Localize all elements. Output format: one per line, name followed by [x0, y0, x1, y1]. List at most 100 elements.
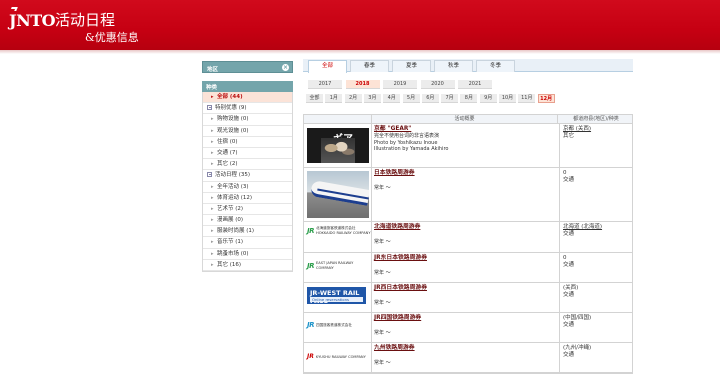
tab-season[interactable]: 夏季: [392, 60, 431, 72]
event-description: Illustration by Yamada Akihiro: [374, 146, 449, 152]
logo-text-en: HOKKAIDO RAILWAY COMPANY: [316, 230, 371, 235]
event-period: 常年 ～: [374, 360, 391, 366]
month-button[interactable]: 1月: [325, 94, 343, 103]
sidebar-item[interactable]: ▸ 艺术节 (2): [203, 204, 292, 216]
region-cell: 0 交通: [559, 168, 634, 221]
sidebar-item-label: 交通 (7): [217, 149, 238, 156]
month-button[interactable]: 2月: [344, 94, 362, 103]
main-content: 全部 春季 夏季 秋季 冬季 2017 2018 2019 2020 2021 全部 1月 2月 3月…: [303, 59, 633, 374]
events-table: 活动概要 都道府县(地区)/种类 ギア京都 "GEAR"完全不使用台词的非言语表…: [303, 114, 633, 374]
year-button[interactable]: 2018: [345, 80, 380, 89]
event-title-link[interactable]: 九州铁路周游券: [374, 345, 554, 352]
month-button[interactable]: 6月: [421, 94, 439, 103]
region-filter-header[interactable]: 地区 ×: [202, 61, 293, 73]
region-text[interactable]: 北海道 (北海道): [563, 224, 631, 231]
sidebar-item[interactable]: ▸ 漫画展 (0): [203, 215, 292, 227]
table-row: JR KYUSHU RAILWAY COMPANY 九州铁路周游券 常年 ～ (九州/冲…: [304, 343, 632, 373]
thumbnail-cell: JR KYUSHU RAILWAY COMPANY: [304, 343, 372, 372]
year-button[interactable]: 2019: [383, 80, 417, 89]
event-title-link[interactable]: JR四国铁路周游券: [374, 315, 554, 322]
event-summary: 九州铁路周游券: [374, 345, 554, 352]
sidebar-item-label: 观光设施 (0): [217, 127, 249, 134]
sidebar-item[interactable]: ▸ 其它 (16): [203, 260, 292, 271]
event-summary: 日本铁路周游券: [374, 170, 554, 177]
event-title-link[interactable]: 京都 "GEAR": [374, 126, 554, 133]
month-button[interactable]: 10月: [499, 94, 516, 103]
tab-season[interactable]: 冬季: [476, 60, 515, 72]
sidebar-item[interactable]: ▸ 音乐节 (1): [203, 237, 292, 249]
month-button[interactable]: 9月: [479, 94, 497, 103]
sidebar-item[interactable]: 特别优惠 (9): [203, 103, 292, 115]
month-button[interactable]: 8月: [460, 94, 478, 103]
sidebar-item[interactable]: ▸ 全部 (44): [203, 92, 292, 104]
sidebar-item[interactable]: ▸ 其它 (2): [203, 159, 292, 171]
jr-east-logo[interactable]: JR EAST JAPAN RAILWAY COMPANY: [307, 261, 371, 270]
month-button[interactable]: 12月: [537, 94, 555, 103]
month-button[interactable]: 3月: [363, 94, 381, 103]
category-text: 交通: [563, 177, 575, 183]
jr-kyushu-logo[interactable]: JR KYUSHU RAILWAY COMPANY: [307, 353, 366, 360]
tab-season[interactable]: 秋季: [434, 60, 473, 72]
table-row: JR EAST JAPAN RAILWAY COMPANY JR东日本铁路周游券 常年…: [304, 253, 632, 283]
sidebar-item[interactable]: 活动日程 (35): [203, 170, 292, 182]
month-button[interactable]: 11月: [518, 94, 536, 103]
event-title-link[interactable]: 北海道铁路周游券: [374, 224, 554, 231]
year-button[interactable]: 2020: [420, 80, 455, 89]
thumbnail-cell: JR 四国旅客鉄道株式会社: [304, 313, 372, 342]
month-button[interactable]: 7月: [441, 94, 459, 103]
thumbnail-cell: [304, 168, 372, 221]
jr-shikoku-logo[interactable]: JR 四国旅客鉄道株式会社: [307, 321, 352, 329]
category-list: ▸ 全部 (44) 特别优惠 (9) ▸ 购物设施 (0) ▸ 观光设施 (0) ▸ 住宿 (0…: [202, 92, 293, 272]
event-title-link[interactable]: 日本铁路周游券: [374, 170, 554, 177]
month-button[interactable]: 5月: [402, 94, 420, 103]
collapse-toggle-icon[interactable]: [207, 104, 212, 110]
month-button[interactable]: 4月: [383, 94, 401, 103]
close-icon[interactable]: ×: [282, 64, 289, 71]
banner-subtitle: Online reservations: [310, 297, 363, 302]
sidebar-item[interactable]: ▸ 交通 (7): [203, 148, 292, 160]
header-region: 都道府县(地区)/种类: [573, 116, 619, 122]
sidebar-item[interactable]: ▸ 住宿 (0): [203, 137, 292, 148]
tab-season[interactable]: 春季: [350, 60, 389, 72]
event-summary: 京都 "GEAR" 完全不使用台词的非言语表演 Photo by Yoshikazu…: [374, 126, 554, 153]
region-text[interactable]: 京都 (关西): [563, 126, 631, 133]
event-thumbnail[interactable]: ギア: [307, 128, 369, 163]
table-row: JR 北海道旅客鉄道株式会社 HOKKAIDO RAILWAY COMPANY 北海道…: [304, 222, 632, 253]
table-row: ギア京都 "GEAR"完全不使用台词的非言语表演Photo by Yoshika…: [304, 124, 632, 168]
year-button[interactable]: 2021: [458, 80, 492, 89]
thumbnail-cell: JR-WEST RAIL PASSOnline reservations: [304, 283, 372, 312]
region-label: 地区: [207, 67, 219, 73]
jr-hokkaido-logo[interactable]: JR 北海道旅客鉄道株式会社 HOKKAIDO RAILWAY COMPANY: [307, 226, 371, 235]
tab-season[interactable]: 全部: [308, 60, 347, 73]
month-button[interactable]: 全部: [306, 94, 323, 103]
jnto-logo[interactable]: JNTO: [9, 7, 56, 30]
logo-text-en: EAST JAPAN RAILWAY COMPANY: [316, 261, 354, 270]
event-summary: JR西日本铁路周游券: [374, 285, 554, 292]
region-text: (关西): [563, 285, 579, 291]
page-title: 活动日程: [55, 11, 116, 29]
header-summary: 活动概要: [372, 115, 558, 124]
sidebar-item[interactable]: ▸ 跳蚤市场 (0): [203, 249, 292, 260]
region-text: (九州/冲绳): [563, 345, 592, 351]
thumbnail-cell: ギア: [304, 124, 372, 167]
sidebar-item[interactable]: ▸ 全年活动 (3): [203, 182, 292, 193]
page-subtitle: &优惠信息: [85, 31, 139, 44]
year-button[interactable]: 2017: [308, 80, 342, 89]
sidebar-item[interactable]: ▸ 购物设施 (0): [203, 114, 292, 126]
sidebar-item-label: 漫画展 (0): [217, 217, 244, 224]
event-title-link[interactable]: JR西日本铁路周游券: [374, 285, 554, 292]
sidebar-item[interactable]: ▸ 服装时尚展 (1): [203, 226, 292, 238]
sidebar-item[interactable]: ▸ 体育运动 (12): [203, 193, 292, 204]
event-thumbnail[interactable]: [307, 171, 369, 218]
sidebar-item-label: 特别优惠 (9): [215, 105, 247, 112]
collapse-toggle-icon[interactable]: [207, 171, 212, 177]
event-period: 常年 ～: [374, 330, 391, 336]
jr-mark-icon: JR: [307, 321, 315, 329]
jr-west-rail-pass-banner[interactable]: JR-WEST RAIL PASSOnline reservations: [307, 287, 366, 305]
region-cell: (九州/冲绳) 交通: [559, 343, 634, 372]
sidebar-item[interactable]: ▸ 观光设施 (0): [203, 126, 292, 137]
region-text: 0: [563, 255, 567, 261]
chevron-right-icon: ▸: [211, 239, 214, 246]
event-title-link[interactable]: JR东日本铁路周游券: [374, 255, 554, 262]
chevron-right-icon: ▸: [211, 194, 214, 201]
